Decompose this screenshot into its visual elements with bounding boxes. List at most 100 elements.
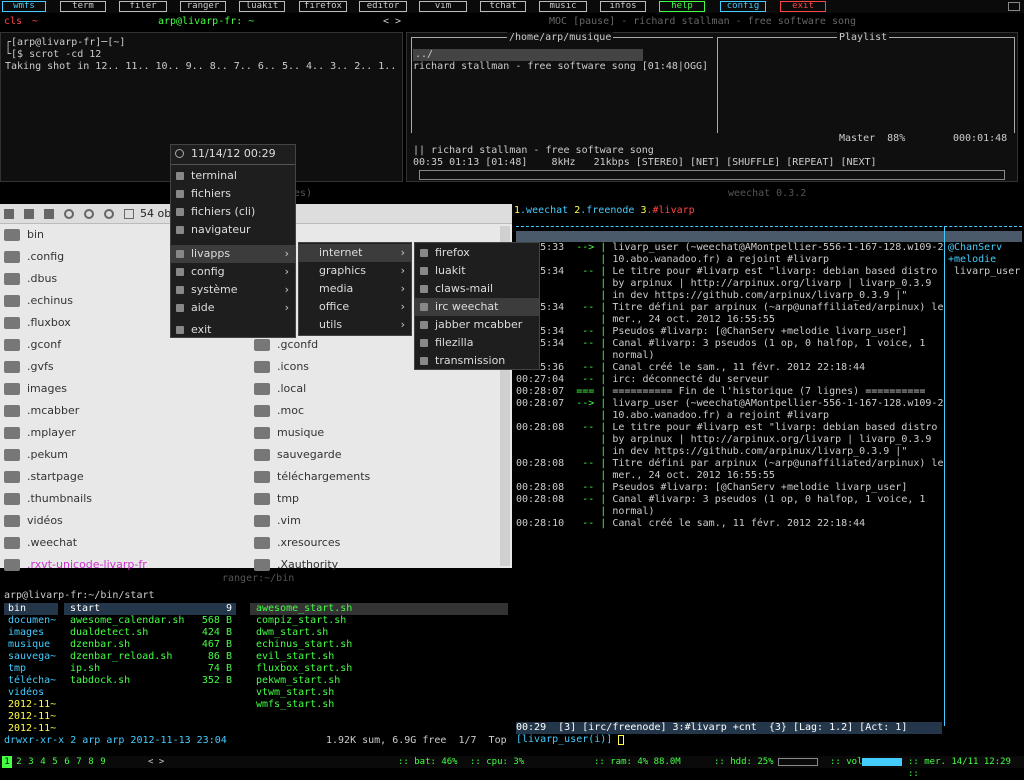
back-icon[interactable] bbox=[4, 209, 14, 219]
volume-bar[interactable] bbox=[862, 758, 902, 766]
launcher-config[interactable]: config bbox=[720, 1, 766, 12]
ranger-file[interactable]: evil_start.sh bbox=[256, 651, 334, 663]
menu-item-internet[interactable]: internet › bbox=[299, 244, 411, 262]
file-item[interactable]: .fluxbox bbox=[0, 312, 71, 334]
launcher-music[interactable]: music bbox=[539, 1, 587, 12]
ranger-dir[interactable]: télécha~ bbox=[8, 675, 56, 687]
bottom-nav[interactable]: < > bbox=[148, 756, 164, 768]
menu-item-navigateur[interactable]: navigateur bbox=[171, 221, 295, 239]
tag-5[interactable]: 5 bbox=[50, 756, 60, 768]
file-item[interactable]: .dbus bbox=[0, 268, 57, 290]
reload-icon[interactable] bbox=[64, 209, 74, 219]
file-item[interactable]: .local bbox=[250, 378, 306, 400]
checkbox-icon[interactable] bbox=[124, 209, 134, 219]
ranger-dir[interactable]: images bbox=[8, 627, 44, 639]
ranger-dir[interactable]: bin bbox=[8, 603, 26, 615]
menu-item-aide[interactable]: aide › bbox=[171, 299, 295, 317]
ranger-dir[interactable]: sauvega~ bbox=[8, 651, 56, 663]
moc-window[interactable]: /home/arp/musique Playlist ../ richard s… bbox=[406, 32, 1018, 182]
nav-arrows[interactable]: < > bbox=[383, 16, 401, 28]
menu-item-media[interactable]: media › bbox=[299, 280, 411, 298]
menu-item-claws-mail[interactable]: claws-mail bbox=[415, 280, 539, 298]
ranger-file[interactable]: awesome_calendar.sh bbox=[70, 615, 184, 627]
menu-item-filezilla[interactable]: filezilla bbox=[415, 334, 539, 352]
menu-item-office[interactable]: office › bbox=[299, 298, 411, 316]
weechat-window[interactable]: 1.weechat 2.freenode 3.#livarp @ChanServ… bbox=[514, 204, 1024, 750]
launcher-tchat[interactable]: tchat bbox=[480, 1, 526, 12]
ranger-file[interactable]: fluxbox_start.sh bbox=[256, 663, 352, 675]
moc-up-dir[interactable]: ../ bbox=[415, 49, 433, 61]
menu-item-transmission[interactable]: transmission bbox=[415, 352, 539, 370]
file-item[interactable]: .xresources bbox=[250, 532, 340, 554]
ranger-dir[interactable]: 2012-11~ bbox=[8, 723, 56, 735]
ranger-file[interactable]: dwm_start.sh bbox=[256, 627, 328, 639]
ranger-window[interactable]: arp@livarp-fr:~/bin/start bin documen~ ima… bbox=[0, 586, 512, 750]
file-item[interactable]: .pekum bbox=[0, 444, 68, 466]
menu-item-fichiers[interactable]: fichiers bbox=[171, 185, 295, 203]
tag-1[interactable]: 1 bbox=[2, 756, 12, 768]
ranger-file[interactable]: dualdetect.sh bbox=[70, 627, 148, 639]
file-item[interactable]: .rxvt-unicode-livarp-fr bbox=[0, 554, 147, 576]
weechat-input[interactable]: [livarp_user(i)] bbox=[516, 734, 618, 746]
file-item[interactable]: .weechat bbox=[0, 532, 77, 554]
file-item[interactable]: .thumbnails bbox=[0, 488, 92, 510]
launcher-luakit[interactable]: luakit bbox=[239, 1, 285, 12]
ranger-file[interactable]: echinus_start.sh bbox=[256, 639, 352, 651]
file-item[interactable]: .echinus bbox=[0, 290, 73, 312]
file-item[interactable]: sauvegarde bbox=[250, 444, 342, 466]
menu-item-utils[interactable]: utils › bbox=[299, 316, 411, 334]
ranger-dir[interactable]: documen~ bbox=[8, 615, 56, 627]
menu-item-luakit[interactable]: luakit bbox=[415, 262, 539, 280]
launcher-exit[interactable]: exit bbox=[780, 1, 826, 12]
tag-3[interactable]: 3 bbox=[26, 756, 36, 768]
file-item[interactable]: .gvfs bbox=[0, 356, 54, 378]
file-item[interactable]: .mcabber bbox=[0, 400, 79, 422]
nick[interactable]: +melodie bbox=[948, 254, 996, 266]
ranger-file[interactable]: dzenbar_reload.sh bbox=[70, 651, 172, 663]
tag-6[interactable]: 6 bbox=[62, 756, 72, 768]
file-item[interactable]: musique bbox=[250, 422, 324, 444]
up-icon[interactable] bbox=[44, 209, 54, 219]
menu-item-jabber-mcabber[interactable]: jabber mcabber bbox=[415, 316, 539, 334]
ranger-file[interactable]: wmfs_start.sh bbox=[256, 699, 334, 711]
layout-icon[interactable] bbox=[1008, 2, 1020, 11]
file-item[interactable]: images bbox=[0, 378, 67, 400]
ranger-file[interactable]: vtwm_start.sh bbox=[256, 687, 334, 699]
menu-item-syst-me[interactable]: système › bbox=[171, 281, 295, 299]
file-item[interactable]: tmp bbox=[250, 488, 299, 510]
menu-item-fichiers-cli-[interactable]: fichiers (cli) bbox=[171, 203, 295, 221]
close-label[interactable]: cls bbox=[4, 16, 22, 28]
tag-2[interactable]: 2 bbox=[14, 756, 24, 768]
menu-item-livapps[interactable]: livapps › bbox=[171, 245, 295, 263]
launcher-filer[interactable]: filer bbox=[119, 1, 167, 12]
launcher-term[interactable]: term bbox=[60, 1, 106, 12]
ranger-file[interactable]: compiz_start.sh bbox=[256, 615, 346, 627]
file-item[interactable]: .icons bbox=[250, 356, 309, 378]
tag-wmfs[interactable]: wmfs bbox=[2, 1, 46, 12]
menu-item-config[interactable]: config › bbox=[171, 263, 295, 281]
launcher-help[interactable]: help bbox=[659, 1, 705, 12]
file-item[interactable]: .mplayer bbox=[0, 422, 76, 444]
tag-4[interactable]: 4 bbox=[38, 756, 48, 768]
file-item[interactable]: .config bbox=[0, 246, 64, 268]
ranger-dir[interactable]: musique bbox=[8, 639, 50, 651]
ranger-file[interactable]: tabdock.sh bbox=[70, 675, 130, 687]
menu-item-firefox[interactable]: firefox bbox=[415, 244, 539, 262]
menu-item-irc-weechat[interactable]: irc weechat bbox=[415, 298, 539, 316]
file-item[interactable]: .gconf bbox=[0, 334, 61, 356]
launcher-firefox[interactable]: firefox bbox=[299, 1, 347, 12]
tag-9[interactable]: 9 bbox=[98, 756, 108, 768]
ranger-file[interactable]: dzenbar.sh bbox=[70, 639, 130, 651]
nick[interactable]: @ChanServ bbox=[948, 242, 1002, 254]
file-item[interactable]: téléchargements bbox=[250, 466, 370, 488]
ranger-file[interactable]: pekwm_start.sh bbox=[256, 675, 340, 687]
home-icon[interactable] bbox=[24, 209, 34, 219]
file-item[interactable]: vidéos bbox=[0, 510, 63, 532]
zoom-out-icon[interactable] bbox=[104, 209, 114, 219]
launcher-ranger[interactable]: ranger bbox=[180, 1, 226, 12]
ranger-dir[interactable]: vidéos bbox=[8, 687, 44, 699]
ranger-dir[interactable]: 2012-11~ bbox=[8, 699, 56, 711]
file-item[interactable]: .vim bbox=[250, 510, 301, 532]
launcher-vim[interactable]: vim bbox=[419, 1, 467, 12]
tag-8[interactable]: 8 bbox=[86, 756, 96, 768]
